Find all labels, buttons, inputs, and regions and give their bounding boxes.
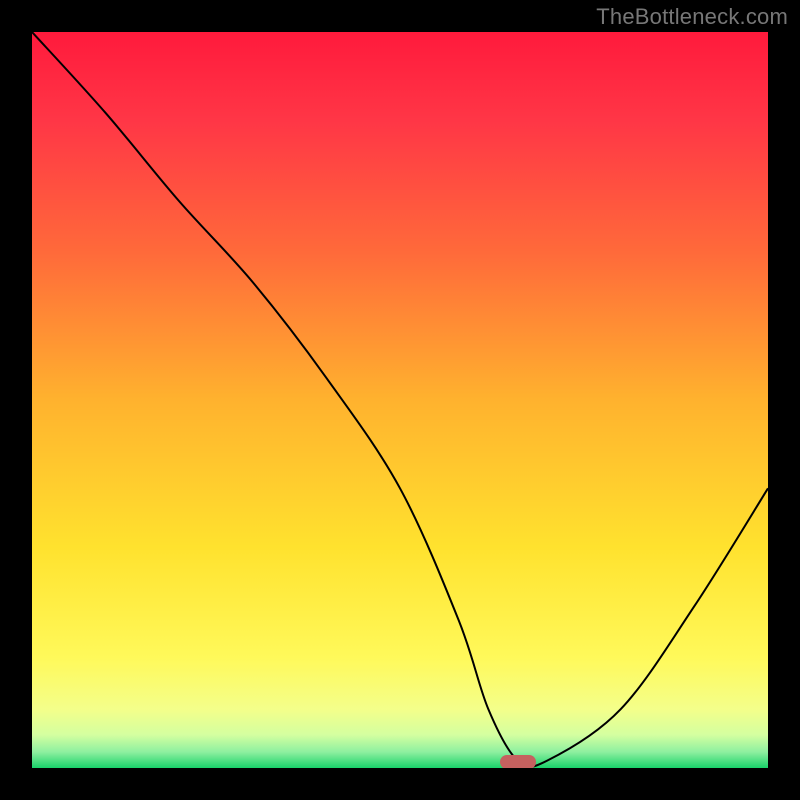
watermark-text: TheBottleneck.com bbox=[596, 4, 788, 30]
chart-frame: TheBottleneck.com bbox=[0, 0, 800, 800]
bottleneck-curve bbox=[32, 32, 768, 768]
plot-area bbox=[32, 32, 768, 768]
optimal-point-marker bbox=[500, 755, 536, 768]
